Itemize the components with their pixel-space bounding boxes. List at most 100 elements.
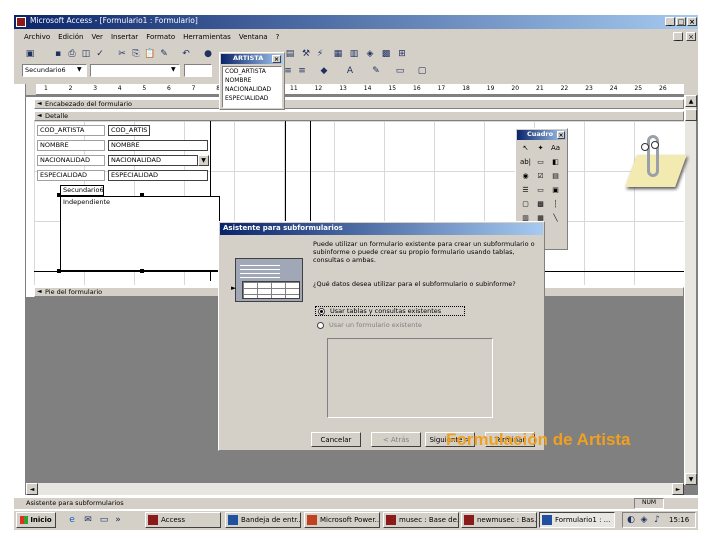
office-assistant[interactable]: [625, 133, 687, 193]
size-selector[interactable]: [184, 64, 212, 77]
especialidad-field[interactable]: ESPECIALIDAD: [108, 170, 208, 181]
menu-ventana[interactable]: Ventana: [239, 33, 268, 43]
back-button[interactable]: < Atrás: [371, 432, 421, 447]
access-app-icon[interactable]: [16, 17, 26, 27]
page-break-icon[interactable]: ┆: [549, 198, 562, 210]
option-icon[interactable]: ◉: [519, 170, 532, 182]
spelling-icon[interactable]: ✓: [94, 48, 106, 60]
taskbar-task-powerpoint[interactable]: Microsoft Power...: [304, 512, 380, 528]
nacionalidad-dropdown[interactable]: ▼: [198, 155, 209, 166]
chevron-down-icon[interactable]: ▼: [171, 66, 176, 73]
fill-color-icon[interactable]: ◆: [318, 65, 330, 77]
option-existing-form[interactable]: Usar un formulario existente: [315, 321, 465, 331]
bound-frame-icon[interactable]: ▩: [534, 198, 547, 210]
cut-icon[interactable]: ✂: [116, 48, 128, 60]
scroll-down-button[interactable]: ▼: [685, 473, 697, 485]
clock[interactable]: 15:16: [669, 516, 689, 524]
scroll-thumb[interactable]: [685, 109, 697, 121]
start-button[interactable]: Inicio: [16, 512, 56, 528]
format-painter-icon[interactable]: ✎: [158, 48, 170, 60]
maximize-button[interactable]: □: [676, 17, 686, 26]
combo-icon[interactable]: ▤: [549, 170, 562, 182]
toolbox-close-button[interactable]: ×: [557, 131, 565, 139]
font-color-icon[interactable]: A: [344, 65, 356, 77]
nombre-field[interactable]: NOMBRE: [108, 140, 208, 151]
scroll-left-button[interactable]: ◄: [26, 483, 38, 495]
subform-control[interactable]: Independiente: [60, 196, 220, 271]
save-icon[interactable]: ▪: [52, 48, 64, 60]
minimize-button[interactable]: _: [665, 17, 675, 26]
subform-label[interactable]: Secundario6: [60, 185, 104, 196]
selection-handle[interactable]: [57, 269, 61, 273]
hyperlink-icon[interactable]: ●: [202, 48, 214, 60]
new-object-icon[interactable]: ⊞: [396, 48, 408, 60]
view-icon[interactable]: ▣: [24, 48, 36, 60]
toggle-icon[interactable]: ◧: [549, 156, 562, 168]
listbox-icon[interactable]: ☰: [519, 184, 532, 196]
autoformat-icon[interactable]: ⚡: [314, 48, 326, 60]
cancel-button[interactable]: Cancelar: [311, 432, 361, 447]
nacionalidad-field[interactable]: NACIONALIDAD: [108, 155, 198, 166]
quicklaunch-more-icon[interactable]: »: [112, 514, 124, 526]
taskbar-task-formulario[interactable]: Formulario1 : ...: [539, 512, 615, 528]
line-color-icon[interactable]: ✎: [370, 65, 382, 77]
taskbar-task-access[interactable]: Access: [145, 512, 221, 528]
tray-icon[interactable]: ◐: [625, 514, 637, 526]
toolbox-title-bar[interactable]: Cuadro ×: [517, 130, 566, 140]
field-list-icon[interactable]: ▤: [284, 48, 296, 60]
selection-handle[interactable]: [140, 193, 144, 197]
nacionalidad-label[interactable]: NACIONALIDAD: [37, 155, 105, 166]
field-list-window[interactable]: ARTISTA × COD_ARTISTA NOMBRE NACIONALIDA…: [219, 52, 285, 110]
taskbar-task-newmusec[interactable]: newmusec : Bas...: [461, 512, 537, 528]
menu-help[interactable]: ?: [276, 33, 280, 43]
label-icon[interactable]: Aa: [549, 142, 562, 154]
doc-minimize-button[interactable]: _: [673, 32, 683, 41]
database-window-icon[interactable]: ▩: [380, 48, 392, 60]
menu-herramientas[interactable]: Herramientas: [183, 33, 231, 43]
option-existing-tables[interactable]: Usar tablas y consultas existentes: [315, 306, 465, 316]
cod-artista-field[interactable]: COD_ARTIS: [108, 125, 150, 136]
unbound-frame-icon[interactable]: ▢: [519, 198, 532, 210]
select-arrow-icon[interactable]: ↖: [519, 142, 532, 154]
chevron-down-icon[interactable]: ▼: [77, 66, 82, 73]
textbox-icon[interactable]: ab|: [519, 156, 532, 168]
wizard-title-bar[interactable]: Asistente para subformularios: [220, 223, 543, 235]
tray-icon[interactable]: ♪: [651, 514, 663, 526]
desktop-quicklaunch-icon[interactable]: ▭: [98, 514, 110, 526]
nombre-label[interactable]: NOMBRE: [37, 140, 105, 151]
form-list-box[interactable]: [327, 338, 493, 418]
build-icon[interactable]: ◈: [364, 48, 376, 60]
wand-icon[interactable]: ✦: [534, 142, 547, 154]
properties-icon[interactable]: ▥: [348, 48, 360, 60]
taskbar-task-inbox[interactable]: Bandeja de entr...: [225, 512, 301, 528]
field-list-close-button[interactable]: ×: [272, 55, 281, 63]
menu-archivo[interactable]: Archivo: [24, 33, 50, 43]
line-icon[interactable]: ╲: [549, 212, 562, 224]
paste-icon[interactable]: 📋: [144, 48, 156, 60]
field-item[interactable]: ESPECIALIDAD: [225, 94, 281, 103]
menu-formato[interactable]: Formato: [146, 33, 175, 43]
horizontal-scrollbar[interactable]: ◄ ►: [26, 483, 684, 495]
option-group-icon[interactable]: ▭: [534, 156, 547, 168]
cod-artista-label[interactable]: COD_ARTISTA: [37, 125, 105, 136]
line-width-icon[interactable]: ▭: [394, 65, 406, 77]
tray-icon[interactable]: ◈: [638, 514, 650, 526]
object-selector[interactable]: Secundario6 ▼: [22, 64, 87, 77]
selection-handle[interactable]: [57, 193, 61, 197]
copy-icon[interactable]: ⎘: [130, 48, 142, 60]
preview-icon[interactable]: ◫: [80, 48, 92, 60]
doc-restore-button[interactable]: ×: [686, 32, 696, 41]
especialidad-label[interactable]: ESPECIALIDAD: [37, 170, 105, 181]
outlook-quicklaunch-icon[interactable]: ✉: [82, 514, 94, 526]
ie-quicklaunch-icon[interactable]: e: [66, 514, 78, 526]
checkbox-icon[interactable]: ☑: [534, 170, 547, 182]
button-icon[interactable]: ▭: [534, 184, 547, 196]
toolbox-icon[interactable]: ⚒: [300, 48, 312, 60]
scroll-up-button[interactable]: ▲: [685, 95, 697, 107]
selection-handle[interactable]: [140, 269, 144, 273]
menu-insertar[interactable]: Insertar: [111, 33, 138, 43]
scroll-right-button[interactable]: ►: [672, 483, 684, 495]
menu-edicion[interactable]: Edición: [58, 33, 83, 43]
field-list-title-bar[interactable]: ARTISTA ×: [221, 54, 283, 64]
menu-ver[interactable]: Ver: [92, 33, 103, 43]
